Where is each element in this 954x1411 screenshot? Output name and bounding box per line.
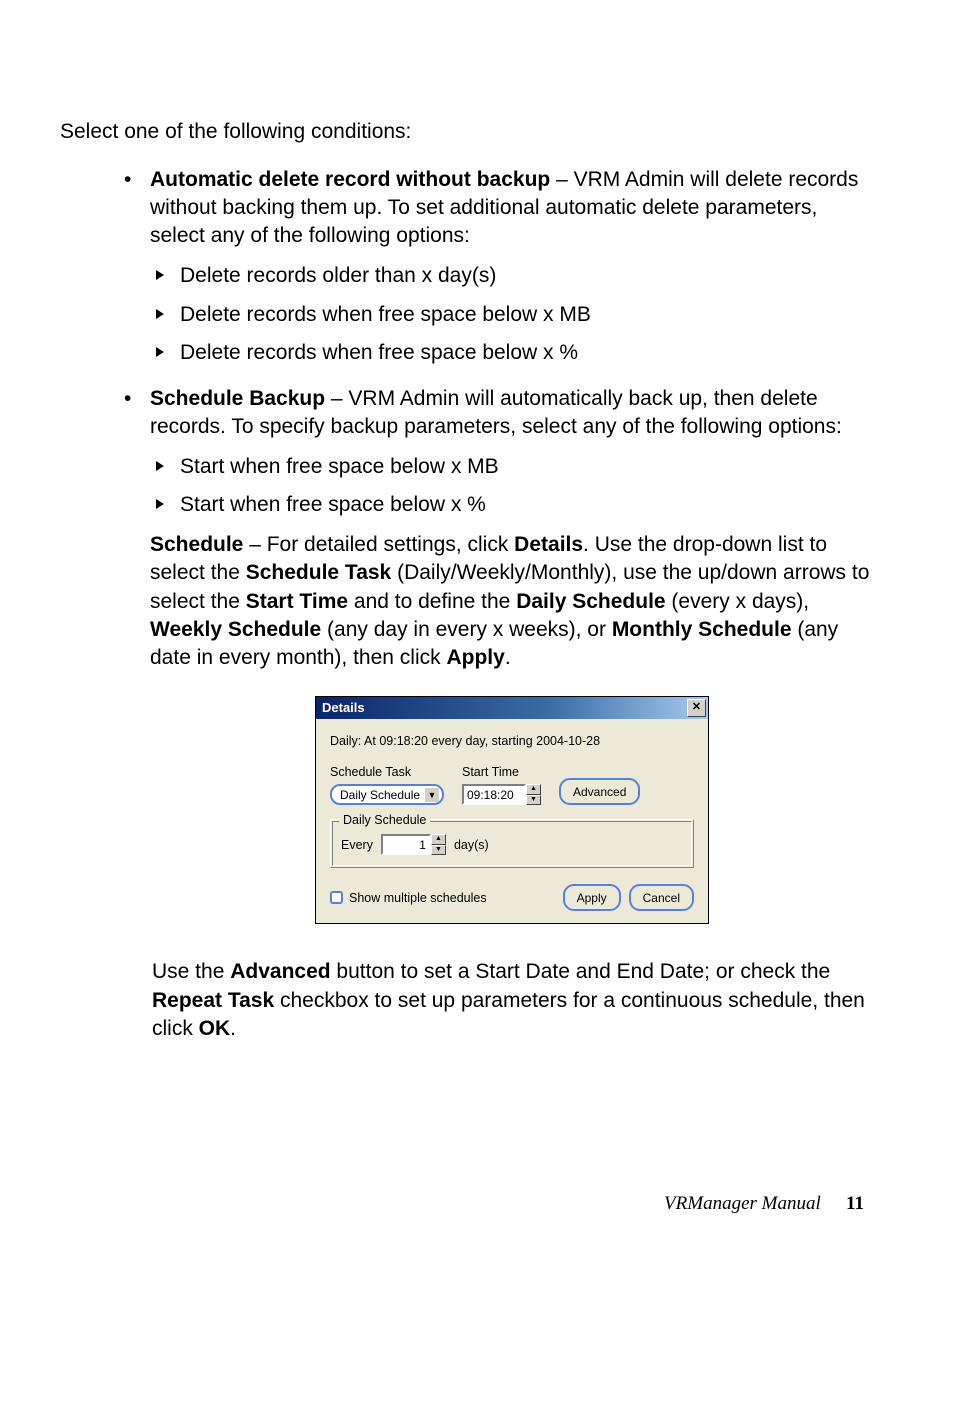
footer-book-title: VRManager Manual [664, 1193, 821, 1214]
every-stepper[interactable]: ▲ ▼ [431, 834, 446, 855]
every-label: Every [341, 837, 373, 854]
dialog-title: Details [322, 699, 365, 716]
apply-button[interactable]: Apply [563, 884, 621, 911]
schedule-paragraph: Schedule – For detailed settings, click … [150, 531, 874, 672]
condition-schedule-backup: Schedule Backup – VRM Admin will automat… [118, 385, 874, 925]
stepper-up-icon[interactable]: ▲ [431, 834, 446, 845]
advanced-note: Use the Advanced button to set a Start D… [152, 958, 874, 1042]
schedule-backup-options: Start when free space below x MB Start w… [150, 453, 874, 519]
opt-free-mb: Delete records when free space below x M… [150, 301, 874, 329]
chevron-down-icon[interactable]: ▼ [425, 788, 439, 802]
details-dialog: Details ✕ Daily: At 09:18:20 every day, … [315, 696, 709, 925]
show-multiple-label: Show multiple schedules [349, 890, 487, 907]
opt-start-pct: Start when free space below x % [150, 491, 874, 519]
opt-older-than: Delete records older than x day(s) [150, 262, 874, 290]
conditions-list: Automatic delete record without backup –… [118, 166, 874, 924]
start-time-stepper[interactable]: ▲ ▼ [526, 784, 541, 805]
opt-free-pct: Delete records when free space below x % [150, 339, 874, 367]
schedule-task-select[interactable]: Daily Schedule ▼ [330, 784, 444, 805]
opt-start-mb: Start when free space below x MB [150, 453, 874, 481]
advanced-button[interactable]: Advanced [559, 778, 640, 805]
daily-schedule-title: Daily Schedule [339, 812, 430, 829]
close-icon[interactable]: ✕ [687, 699, 706, 717]
every-input[interactable] [381, 834, 431, 855]
checkbox-icon[interactable] [330, 891, 343, 904]
days-label: day(s) [454, 837, 489, 854]
footer-page-number: 11 [846, 1193, 864, 1214]
start-time-input[interactable] [462, 784, 526, 805]
auto-delete-title: Automatic delete record without backup [150, 168, 550, 191]
stepper-up-icon[interactable]: ▲ [526, 784, 541, 795]
show-multiple-checkbox[interactable]: Show multiple schedules [330, 890, 487, 907]
condition-auto-delete: Automatic delete record without backup –… [118, 166, 874, 367]
stepper-down-icon[interactable]: ▼ [431, 845, 446, 856]
schedule-task-value: Daily Schedule [340, 787, 420, 803]
cancel-button[interactable]: Cancel [629, 884, 694, 911]
intro-text: Select one of the following conditions: [60, 120, 874, 144]
page-footer: VRManager Manual 11 [60, 1193, 874, 1215]
schedule-summary: Daily: At 09:18:20 every day, starting 2… [330, 733, 694, 750]
schedule-task-label: Schedule Task [330, 764, 444, 781]
auto-delete-options: Delete records older than x day(s) Delet… [150, 262, 874, 366]
start-time-label: Start Time [462, 764, 541, 781]
daily-schedule-group: Daily Schedule Every ▲ ▼ [330, 819, 694, 868]
dialog-titlebar: Details ✕ [316, 697, 708, 719]
stepper-down-icon[interactable]: ▼ [526, 795, 541, 806]
schedule-word: Schedule [150, 533, 243, 556]
schedule-backup-title: Schedule Backup [150, 387, 325, 410]
